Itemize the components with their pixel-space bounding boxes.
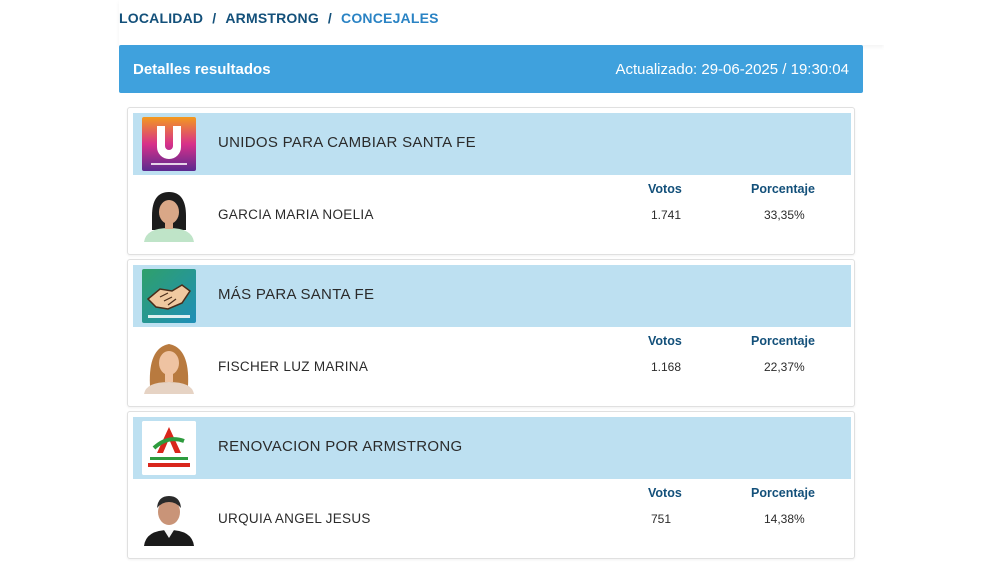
breadcrumb: LOCALIDAD / ARMSTRONG / CONCEJALES [119,10,439,26]
candidate-avatar [142,186,196,242]
votos-value: 1.741 [651,208,682,222]
party-row: UNIDOS PARA CAMBIAR SANTA FE [133,113,851,175]
porcentaje-value: 22,37% [764,360,805,374]
updated-timestamp: Actualizado: 29-06-2025 / 19:30:04 [615,60,849,78]
results-header: Detalles resultados Actualizado: 29-06-2… [119,45,863,93]
party-logo-renovacion [142,421,196,475]
votos-value: 751 [651,512,672,526]
party-name: MÁS PARA SANTA FE [218,286,375,303]
party-name: UNIDOS PARA CAMBIAR SANTA FE [218,134,476,151]
result-card: RENOVACION POR ARMSTRONG URQUIA ANGEL JE… [127,411,855,559]
votos-header: Votos [648,334,682,348]
breadcrumb-armstrong[interactable]: ARMSTRONG [225,10,319,26]
candidate-name: FISCHER LUZ MARINA [218,359,369,374]
results-title: Detalles resultados [133,60,271,78]
party-name: RENOVACION POR ARMSTRONG [218,438,463,455]
party-logo-mas-para-santa-fe [142,269,196,323]
candidate-avatar [142,338,196,394]
candidate-avatar [142,490,196,546]
breadcrumb-concejales: CONCEJALES [341,10,439,26]
votos-value: 1.168 [651,360,682,374]
breadcrumb-localidad[interactable]: LOCALIDAD [119,10,203,26]
porcentaje-value: 33,35% [764,208,805,222]
candidate-name: URQUIA ANGEL JESUS [218,511,371,526]
breadcrumb-separator: / [327,10,333,26]
result-card: UNIDOS PARA CAMBIAR SANTA FE GARCIA MARI… [127,107,855,255]
porcentaje-header: Porcentaje [751,182,815,196]
party-row: MÁS PARA SANTA FE [133,265,851,327]
votos-header: Votos [648,182,682,196]
right-margin [884,0,1000,563]
porcentaje-header: Porcentaje [751,486,815,500]
porcentaje-value: 14,38% [764,512,805,526]
result-card: MÁS PARA SANTA FE FISCHER LUZ MARINA Vot… [127,259,855,407]
porcentaje-header: Porcentaje [751,334,815,348]
breadcrumb-separator: / [212,10,217,26]
candidate-name: GARCIA MARIA NOELIA [218,207,374,222]
votos-header: Votos [648,486,682,500]
party-logo-unidos [142,117,196,171]
party-row: RENOVACION POR ARMSTRONG [133,417,851,479]
top-bar: LOCALIDAD / ARMSTRONG / CONCEJALES [119,0,884,45]
